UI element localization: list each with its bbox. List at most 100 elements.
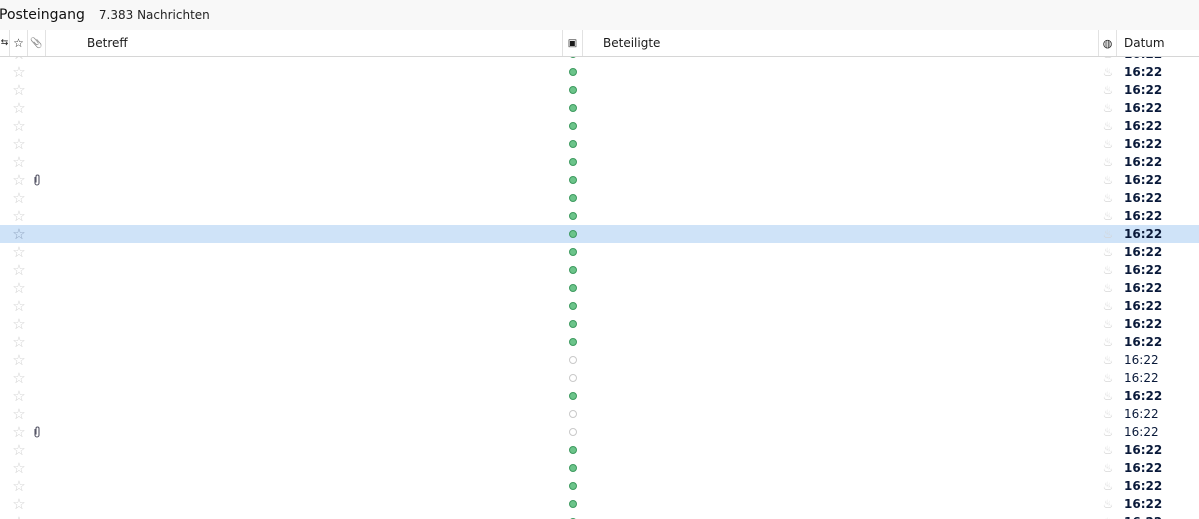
star-icon[interactable]: ☆ [10, 279, 28, 297]
star-icon[interactable]: ☆ [10, 63, 28, 81]
star-icon[interactable]: ☆ [10, 333, 28, 351]
column-correspondents[interactable]: Beteiligte [583, 30, 1099, 56]
star-icon[interactable]: ☆ [10, 135, 28, 153]
junk-flame-icon[interactable]: ♨ [1099, 81, 1117, 99]
junk-flame-icon[interactable]: ♨ [1099, 261, 1117, 279]
unread-status-icon[interactable] [563, 513, 583, 519]
table-row[interactable]: ☆ ♨ 16:22 [0, 135, 1199, 153]
table-row[interactable]: ☆ ♨ 16:22 [0, 99, 1199, 117]
table-row[interactable]: ☆ ♨ 16:22 [0, 207, 1199, 225]
unread-status-icon[interactable] [563, 387, 583, 405]
junk-flame-icon[interactable]: ♨ [1099, 369, 1117, 387]
junk-flame-icon[interactable]: ♨ [1099, 441, 1117, 459]
junk-flame-icon[interactable]: ♨ [1099, 423, 1117, 441]
unread-status-icon[interactable] [563, 351, 583, 369]
table-row[interactable]: ☆ ♨ 16:22 [0, 477, 1199, 495]
table-row[interactable]: ☆ ♨ 16:22 [0, 171, 1199, 189]
table-row[interactable]: ☆ ♨ 16:22 [0, 297, 1199, 315]
star-icon[interactable]: ☆ [10, 423, 28, 441]
unread-status-icon[interactable] [563, 261, 583, 279]
thread-column-icon[interactable]: ⇆ [0, 30, 10, 56]
unread-status-icon[interactable] [563, 459, 583, 477]
table-row[interactable]: ☆ ♨ 16:22 [0, 513, 1199, 519]
junk-flame-icon[interactable]: ♨ [1099, 513, 1117, 519]
junk-flame-icon[interactable]: ♨ [1099, 459, 1117, 477]
junk-flame-icon[interactable]: ♨ [1099, 99, 1117, 117]
star-icon[interactable]: ☆ [10, 351, 28, 369]
unread-status-icon[interactable] [563, 423, 583, 441]
unread-status-icon[interactable] [563, 207, 583, 225]
table-row[interactable]: ☆ ♨ 16:22 [0, 369, 1199, 387]
junk-flame-icon[interactable]: ♨ [1099, 243, 1117, 261]
unread-status-icon[interactable] [563, 153, 583, 171]
star-column-icon[interactable]: ☆ [10, 30, 28, 56]
star-icon[interactable]: ☆ [10, 99, 28, 117]
unread-status-icon[interactable] [563, 117, 583, 135]
star-icon[interactable]: ☆ [10, 171, 28, 189]
unread-status-icon[interactable] [563, 225, 583, 243]
table-row[interactable]: ☆ ♨ 16:22 [0, 261, 1199, 279]
star-icon[interactable]: ☆ [10, 387, 28, 405]
star-icon[interactable]: ☆ [10, 441, 28, 459]
unread-status-icon[interactable] [563, 243, 583, 261]
column-subject[interactable]: Betreff [46, 30, 563, 56]
table-row[interactable]: ☆ ♨ 16:22 [0, 81, 1199, 99]
unread-status-icon[interactable] [563, 477, 583, 495]
junk-flame-icon[interactable]: ♨ [1099, 117, 1117, 135]
star-icon[interactable]: ☆ [10, 261, 28, 279]
table-row[interactable]: ☆ ♨ 16:22 [0, 405, 1199, 423]
read-column-icon[interactable]: ◍ [1099, 30, 1117, 56]
junk-flame-icon[interactable]: ♨ [1099, 63, 1117, 81]
star-icon[interactable]: ☆ [10, 117, 28, 135]
junk-flame-icon[interactable]: ♨ [1099, 207, 1117, 225]
table-row[interactable]: ☆ ♨ 16:22 [0, 117, 1199, 135]
unread-status-icon[interactable] [563, 81, 583, 99]
junk-flame-icon[interactable]: ♨ [1099, 387, 1117, 405]
unread-status-icon[interactable] [563, 441, 583, 459]
unread-status-icon[interactable] [563, 369, 583, 387]
column-date[interactable]: Datum [1117, 30, 1199, 56]
table-row[interactable]: ☆ ♨ 16:22 [0, 387, 1199, 405]
junk-column-icon[interactable]: ▣ [563, 30, 583, 56]
table-row[interactable]: ☆ ♨ 16:22 [0, 351, 1199, 369]
junk-flame-icon[interactable]: ♨ [1099, 189, 1117, 207]
star-icon[interactable]: ☆ [10, 153, 28, 171]
message-list[interactable]: ☆ ♨ 16:22 ☆ ♨ 16:22 ☆ ♨ 16:22 ☆ ♨ 16:22 ☆ ♨ 16:22 ☆ ♨ 16:… [0, 57, 1199, 519]
star-icon[interactable]: ☆ [10, 81, 28, 99]
junk-flame-icon[interactable]: ♨ [1099, 153, 1117, 171]
table-row[interactable]: ☆ ♨ 16:22 [0, 441, 1199, 459]
star-icon[interactable]: ☆ [10, 369, 28, 387]
star-icon[interactable]: ☆ [10, 225, 28, 243]
table-row[interactable]: ☆ ♨ 16:22 [0, 333, 1199, 351]
unread-status-icon[interactable] [563, 297, 583, 315]
star-icon[interactable]: ☆ [10, 297, 28, 315]
table-row[interactable]: ☆ ♨ 16:22 [0, 279, 1199, 297]
unread-status-icon[interactable] [563, 333, 583, 351]
unread-status-icon[interactable] [563, 99, 583, 117]
table-row[interactable]: ☆ ♨ 16:22 [0, 423, 1199, 441]
junk-flame-icon[interactable]: ♨ [1099, 495, 1117, 513]
junk-flame-icon[interactable]: ♨ [1099, 477, 1117, 495]
junk-flame-icon[interactable]: ♨ [1099, 333, 1117, 351]
junk-flame-icon[interactable]: ♨ [1099, 315, 1117, 333]
junk-flame-icon[interactable]: ♨ [1099, 135, 1117, 153]
star-icon[interactable]: ☆ [10, 207, 28, 225]
junk-flame-icon[interactable]: ♨ [1099, 297, 1117, 315]
unread-status-icon[interactable] [563, 279, 583, 297]
table-row[interactable]: ☆ ♨ 16:22 [0, 495, 1199, 513]
junk-flame-icon[interactable]: ♨ [1099, 225, 1117, 243]
attachment-column-icon[interactable]: 📎 [28, 30, 46, 56]
table-row[interactable]: ☆ ♨ 16:22 [0, 63, 1199, 81]
star-icon[interactable]: ☆ [10, 243, 28, 261]
star-icon[interactable]: ☆ [10, 315, 28, 333]
table-row[interactable]: ☆ ♨ 16:22 [0, 315, 1199, 333]
unread-status-icon[interactable] [563, 405, 583, 423]
table-row[interactable]: ☆ ♨ 16:22 [0, 153, 1199, 171]
table-row[interactable]: ☆ ♨ 16:22 [0, 189, 1199, 207]
junk-flame-icon[interactable]: ♨ [1099, 351, 1117, 369]
star-icon[interactable]: ☆ [10, 189, 28, 207]
unread-status-icon[interactable] [563, 189, 583, 207]
table-row[interactable]: ☆ ♨ 16:22 [0, 459, 1199, 477]
star-icon[interactable]: ☆ [10, 495, 28, 513]
star-icon[interactable]: ☆ [10, 405, 28, 423]
